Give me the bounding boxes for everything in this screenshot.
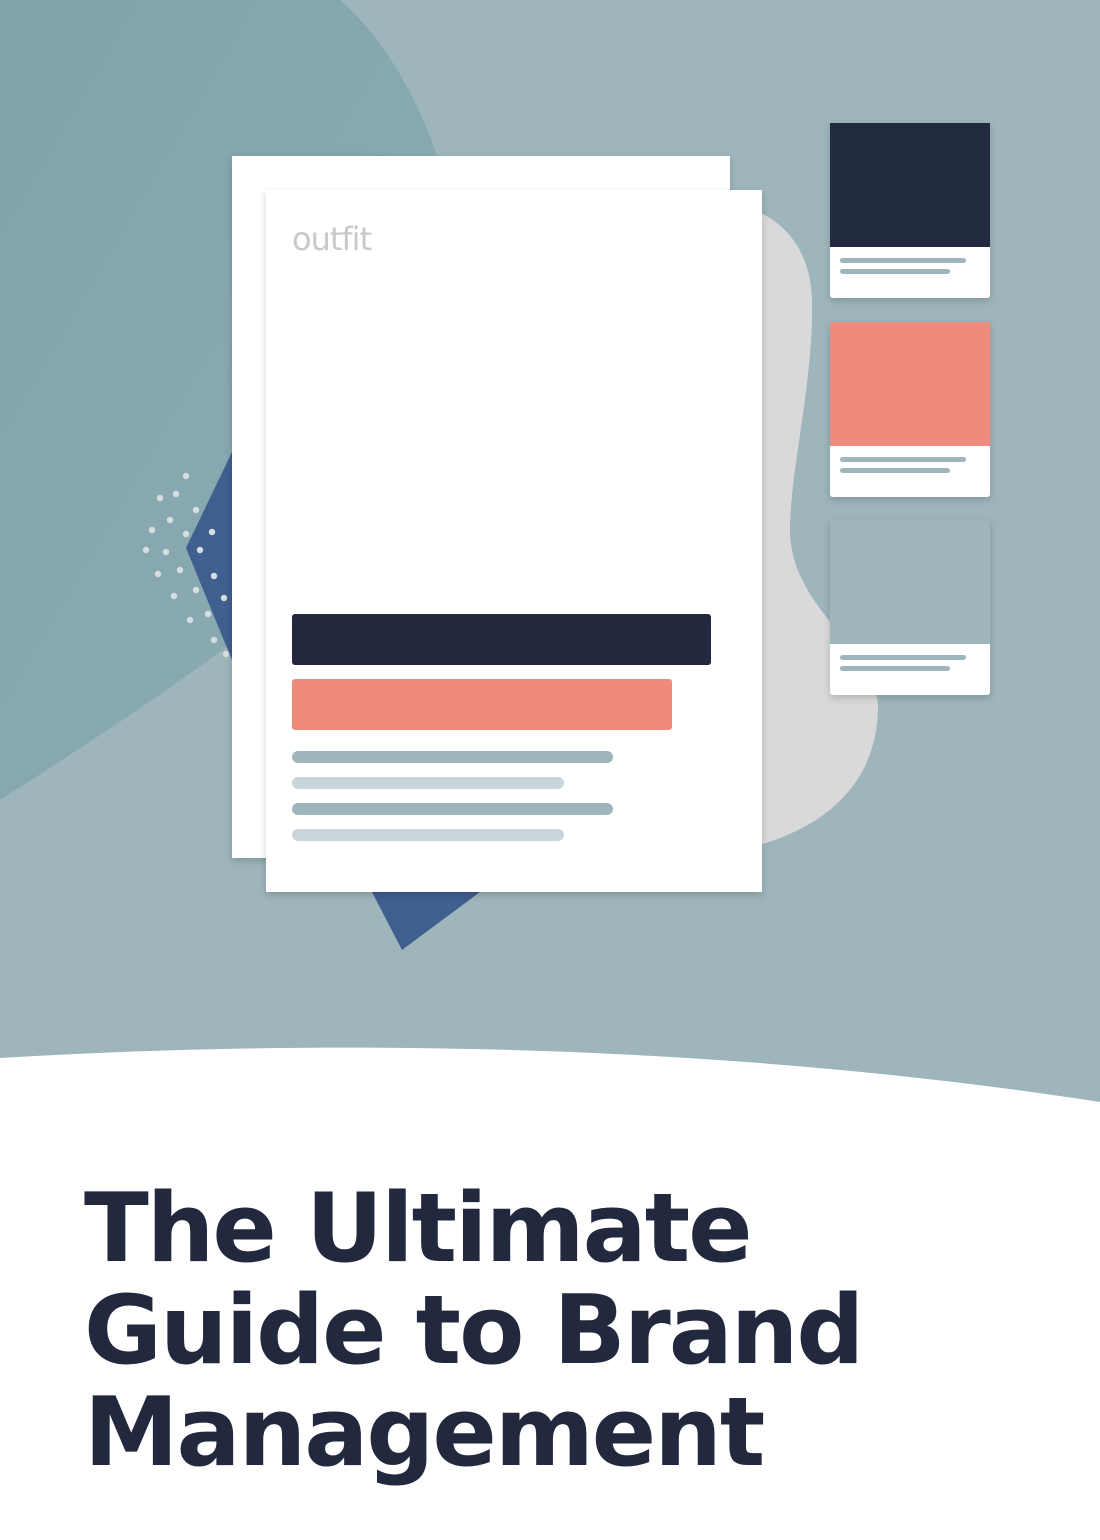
doc-line-3 <box>292 803 613 815</box>
doc-line-2 <box>292 777 564 789</box>
swatch-card-coral <box>830 322 990 497</box>
doc-line-1 <box>292 751 613 763</box>
title-line-2: Guide to Brand <box>84 1276 864 1386</box>
doc-coral-bar <box>292 679 672 730</box>
hero-illustration: outfit <box>0 0 1100 1120</box>
outfit-logo: outfit <box>292 220 372 258</box>
doc-navy-bar <box>292 614 711 665</box>
doc-line-4 <box>292 829 564 841</box>
title-line-3: Management <box>84 1378 765 1488</box>
hero-graphic <box>0 0 1100 1120</box>
title-line-1: The Ultimate <box>84 1174 753 1284</box>
swatch-card-teal <box>830 520 990 695</box>
swatch-card-navy <box>830 123 990 298</box>
page-title: The Ultimate Guide to Brand Management <box>84 1174 864 1488</box>
